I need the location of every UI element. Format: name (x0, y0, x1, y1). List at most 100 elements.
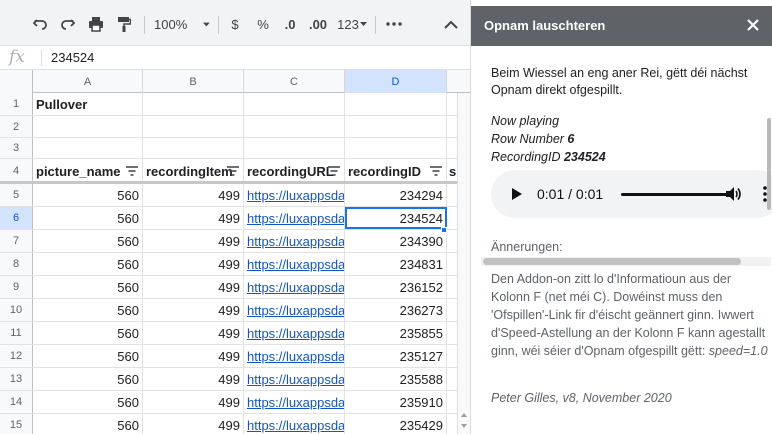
cell-recording-url[interactable]: https://luxappsdata (244, 368, 345, 390)
collapse-toolbar-button[interactable] (441, 13, 461, 35)
cell-recording-item[interactable]: 499 (143, 253, 244, 275)
formula-input[interactable]: 234524 (51, 50, 94, 65)
header-cell-picture-name[interactable]: picture_name (33, 159, 143, 183)
volume-icon[interactable] (725, 186, 742, 202)
select-all-corner[interactable] (0, 70, 33, 93)
cell-picture-name[interactable]: 560 (33, 414, 143, 434)
cell-recording-id[interactable]: 234831 (345, 253, 447, 275)
vertical-scrollbar[interactable] (457, 93, 470, 434)
audio-progress-track[interactable] (621, 193, 729, 196)
cell-recording-id[interactable]: 235588 (345, 368, 447, 390)
row-number[interactable]: 7 (0, 230, 33, 252)
paint-format-button[interactable] (114, 13, 134, 35)
cell[interactable] (143, 116, 244, 137)
more-options-button[interactable] (384, 13, 404, 35)
cell-recording-item[interactable]: 499 (143, 391, 244, 413)
cell-recording-id[interactable]: 235855 (345, 322, 447, 344)
row-number[interactable]: 10 (0, 299, 33, 321)
redo-button[interactable] (58, 13, 78, 35)
cell-recording-item[interactable]: 499 (143, 299, 244, 321)
cell-recording-url[interactable]: https://luxappsdata (244, 207, 345, 229)
cell-picture-name[interactable]: 560 (33, 207, 143, 229)
cell-picture-name[interactable]: 560 (33, 276, 143, 298)
cell-recording-item[interactable]: 499 (143, 322, 244, 344)
cell[interactable] (244, 93, 345, 115)
cell[interactable] (244, 116, 345, 137)
row-number[interactable]: 12 (0, 345, 33, 367)
header-cell-recording-id[interactable]: recordingID (345, 159, 447, 183)
filter-icon[interactable] (126, 166, 138, 176)
decrease-decimals-button[interactable]: .0 (280, 13, 300, 35)
cell[interactable] (33, 116, 143, 137)
print-button[interactable] (86, 13, 106, 35)
cell-picture-name[interactable]: 560 (33, 184, 143, 206)
scrollbar-thumb[interactable] (483, 258, 741, 265)
filter-icon[interactable] (328, 166, 340, 176)
row-number[interactable]: 3 (0, 138, 33, 158)
cell-recording-item[interactable]: 499 (143, 276, 244, 298)
cell[interactable] (345, 93, 447, 115)
increase-decimals-button[interactable]: .00 (306, 13, 330, 35)
cell-recording-id[interactable]: 234294 (345, 184, 447, 206)
panel-scrollbar[interactable] (766, 46, 772, 434)
row-number[interactable]: 6 (0, 207, 33, 229)
cell-picture-name[interactable]: 560 (33, 253, 143, 275)
cell-picture-name[interactable]: 560 (33, 322, 143, 344)
cell-picture-name[interactable]: 560 (33, 368, 143, 390)
cell-recording-id[interactable]: 235910 (345, 391, 447, 413)
row-number[interactable]: 4 (0, 159, 33, 183)
cell-recording-url[interactable]: https://luxappsdata (244, 230, 345, 252)
column-header-a[interactable]: A (33, 70, 143, 93)
cell-picture-name[interactable]: 560 (33, 391, 143, 413)
row-number[interactable]: 15 (0, 414, 33, 434)
cell-recording-id[interactable]: 235127 (345, 345, 447, 367)
cell[interactable] (143, 93, 244, 115)
cell[interactable] (143, 138, 244, 158)
cell-recording-url[interactable]: https://luxappsdata (244, 322, 345, 344)
close-icon[interactable] (745, 17, 761, 33)
column-header-e[interactable] (447, 70, 457, 93)
filter-icon[interactable] (430, 166, 442, 176)
header-cell-next[interactable]: s (447, 159, 457, 183)
cell-recording-id[interactable]: 236273 (345, 299, 447, 321)
percent-button[interactable]: % (255, 13, 271, 35)
row-number[interactable]: 14 (0, 391, 33, 413)
row-number[interactable]: 13 (0, 368, 33, 390)
cell-recording-url[interactable]: https://luxappsdata (244, 391, 345, 413)
row-number[interactable]: 9 (0, 276, 33, 298)
cell-recording-id[interactable]: 234390 (345, 230, 447, 252)
cell-recording-url[interactable]: https://luxappsdata (244, 276, 345, 298)
header-cell-recording-item[interactable]: recordingItem (143, 159, 244, 183)
undo-button[interactable] (30, 13, 50, 35)
cell-recording-item[interactable]: 499 (143, 230, 244, 252)
cell-picture-name[interactable]: 560 (33, 299, 143, 321)
row-number[interactable]: 1 (0, 93, 33, 115)
selected-cell[interactable]: 234524 (345, 207, 447, 229)
column-header-d[interactable]: D (345, 70, 447, 93)
cell-recording-id[interactable]: 236152 (345, 276, 447, 298)
filter-icon[interactable] (227, 166, 239, 176)
row-number[interactable]: 8 (0, 253, 33, 275)
header-cell-recording-url[interactable]: recordingURL (244, 159, 345, 183)
cell[interactable] (345, 138, 447, 158)
cell-recording-item[interactable]: 499 (143, 184, 244, 206)
horizontal-scrollbar[interactable] (481, 257, 771, 266)
cell-recording-url[interactable]: https://luxappsdata (244, 184, 345, 206)
play-icon[interactable] (511, 187, 523, 201)
fill-handle[interactable] (441, 227, 447, 233)
row-number[interactable]: 11 (0, 322, 33, 344)
cell-title[interactable]: Pullover (33, 93, 143, 115)
row-number[interactable]: 5 (0, 184, 33, 206)
cell-picture-name[interactable]: 560 (33, 230, 143, 252)
cell-recording-item[interactable]: 499 (143, 414, 244, 434)
cell-recording-url[interactable]: https://luxappsdata (244, 414, 345, 434)
cell[interactable] (33, 138, 143, 158)
more-formats-button[interactable]: 123 (336, 13, 368, 35)
cell-recording-url[interactable]: https://luxappsdata (244, 253, 345, 275)
cell-picture-name[interactable]: 560 (33, 345, 143, 367)
cell-recording-item[interactable]: 499 (143, 368, 244, 390)
column-header-c[interactable]: C (244, 70, 345, 93)
scroll-up-arrow-icon[interactable] (461, 413, 467, 417)
cell-recording-item[interactable]: 499 (143, 345, 244, 367)
column-header-b[interactable]: B (143, 70, 244, 93)
